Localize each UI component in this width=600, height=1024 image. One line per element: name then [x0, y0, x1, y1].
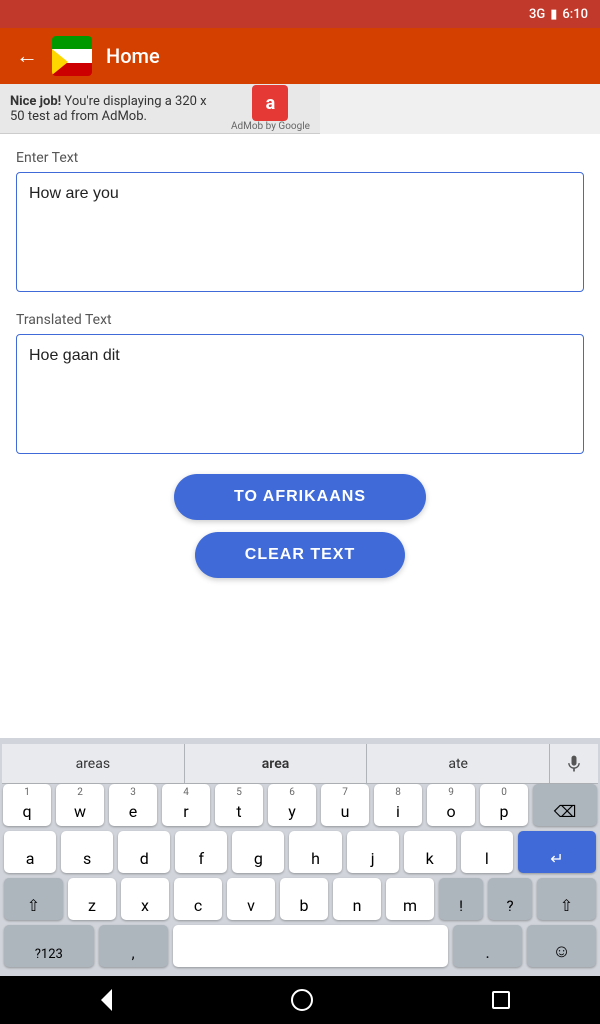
key-emoji[interactable]: ☺ — [527, 925, 596, 967]
key-q[interactable]: 1q — [3, 784, 51, 826]
ad-text: Nice job! You're displaying a 320 x 50 t… — [10, 94, 221, 124]
key-question[interactable]: ? — [488, 878, 532, 920]
ad-bold: Nice job! — [10, 94, 61, 109]
key-num[interactable]: ?123 — [4, 925, 94, 967]
key-p[interactable]: 0p — [480, 784, 528, 826]
translate-button[interactable]: TO AFRIKAANS — [174, 474, 426, 520]
battery-indicator: ▮ — [550, 7, 557, 22]
app-bar: ← Home — [0, 28, 600, 84]
keyboard: areas area ate 1q 2w 3e 4r 5t 6y 7u 8i 9… — [0, 738, 600, 976]
key-shift-right[interactable]: ⇧ — [537, 878, 596, 920]
key-enter[interactable]: ↵ — [518, 831, 596, 873]
ad-logo-wrap: a AdMob by Google — [231, 85, 310, 132]
key-z[interactable]: z — [68, 878, 116, 920]
key-space[interactable] — [173, 925, 449, 967]
back-button[interactable]: ← — [16, 43, 38, 69]
key-backspace[interactable]: ⌫ — [533, 784, 597, 826]
ad-by-google: AdMob by Google — [231, 121, 310, 132]
key-j[interactable]: j — [347, 831, 399, 873]
key-comma[interactable]: , — [99, 925, 168, 967]
key-i[interactable]: 8i — [374, 784, 422, 826]
keyboard-row-3: ⇧ z x c v b n m ! ? ⇧ — [2, 878, 598, 920]
input-text-field[interactable] — [16, 172, 584, 292]
key-period[interactable]: . — [453, 925, 522, 967]
key-k[interactable]: k — [404, 831, 456, 873]
nav-bar — [0, 976, 600, 1024]
key-g[interactable]: g — [232, 831, 284, 873]
translated-text-label: Translated Text — [16, 312, 584, 328]
suggest-areas[interactable]: areas — [2, 744, 185, 783]
nav-home-button[interactable] — [291, 989, 313, 1011]
key-b[interactable]: b — [280, 878, 328, 920]
ad-logo: a — [252, 85, 288, 121]
key-y[interactable]: 6y — [268, 784, 316, 826]
key-shift[interactable]: ⇧ — [4, 878, 63, 920]
key-f[interactable]: f — [175, 831, 227, 873]
key-w[interactable]: 2w — [56, 784, 104, 826]
key-l[interactable]: l — [461, 831, 513, 873]
key-t[interactable]: 5t — [215, 784, 263, 826]
key-exclaim[interactable]: ! — [439, 878, 483, 920]
suggest-ate[interactable]: ate — [367, 744, 550, 783]
key-a[interactable]: a — [4, 831, 56, 873]
clear-button[interactable]: CLEAR TEXT — [195, 532, 405, 578]
keyboard-row-4: ?123 , . ☺ — [2, 925, 598, 967]
key-d[interactable]: d — [118, 831, 170, 873]
key-s[interactable]: s — [61, 831, 113, 873]
key-r[interactable]: 4r — [162, 784, 210, 826]
status-bar: 3G ▮ 6:10 — [0, 0, 600, 28]
keyboard-row-2: a s d f g h j k l ↵ — [2, 831, 598, 873]
suggest-area[interactable]: area — [185, 744, 368, 783]
action-buttons: TO AFRIKAANS CLEAR TEXT — [16, 474, 584, 578]
enter-text-label: Enter Text — [16, 150, 584, 166]
main-content: Enter Text Translated Text TO AFRIKAANS … — [0, 134, 600, 738]
key-u[interactable]: 7u — [321, 784, 369, 826]
key-v[interactable]: v — [227, 878, 275, 920]
keyboard-row-1: 1q 2w 3e 4r 5t 6y 7u 8i 9o 0p ⌫ — [2, 784, 598, 826]
key-h[interactable]: h — [289, 831, 341, 873]
app-logo — [52, 36, 92, 76]
key-o[interactable]: 9o — [427, 784, 475, 826]
nav-back-button[interactable] — [90, 989, 112, 1011]
translated-text-field[interactable] — [16, 334, 584, 454]
time-display: 6:10 — [562, 7, 588, 22]
key-e[interactable]: 3e — [109, 784, 157, 826]
app-title: Home — [106, 44, 160, 68]
key-c[interactable]: c — [174, 878, 222, 920]
ad-banner: Nice job! You're displaying a 320 x 50 t… — [0, 84, 320, 134]
key-x[interactable]: x — [121, 878, 169, 920]
keyboard-suggestions: areas area ate — [2, 744, 598, 784]
mic-button[interactable] — [550, 744, 598, 783]
status-icons: 3G ▮ 6:10 — [529, 7, 588, 22]
signal-indicator: 3G — [529, 7, 545, 22]
nav-recent-button[interactable] — [492, 991, 510, 1009]
key-n[interactable]: n — [333, 878, 381, 920]
key-m[interactable]: m — [386, 878, 434, 920]
